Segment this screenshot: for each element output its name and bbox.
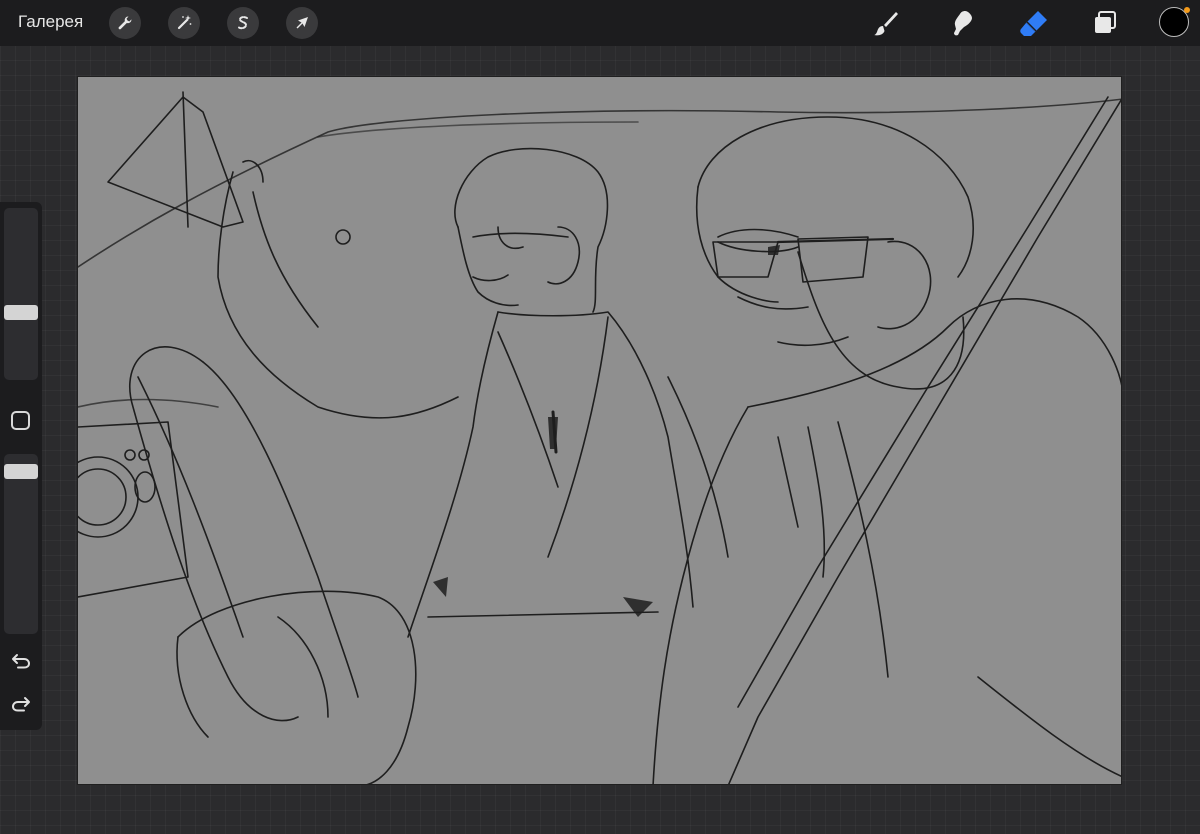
undo-button[interactable] [9, 649, 33, 673]
modify-square-icon[interactable] [11, 411, 30, 430]
actions-button[interactable] [109, 7, 141, 39]
smudge-tool-button[interactable] [944, 6, 978, 40]
drawing-canvas[interactable] [77, 76, 1122, 785]
selection-button[interactable] [227, 7, 259, 39]
layers-icon [1095, 11, 1116, 33]
adjustments-button[interactable] [168, 7, 200, 39]
top-toolbar: Галерея [0, 0, 1200, 46]
transform-button[interactable] [286, 7, 318, 39]
arrow-cursor-icon [296, 17, 308, 29]
sketch-artwork [78, 91, 1121, 784]
eraser-icon [1020, 11, 1047, 36]
redo-button[interactable] [9, 692, 33, 716]
brush-tool-button[interactable] [869, 6, 903, 40]
opacity-slider[interactable] [4, 454, 38, 634]
brush-icon [874, 12, 898, 36]
brush-size-thumb[interactable] [4, 305, 38, 320]
magic-wand-icon [177, 15, 192, 30]
smudge-finger-icon [954, 11, 972, 36]
opacity-thumb[interactable] [4, 464, 38, 479]
color-indicator-dot [1184, 7, 1190, 13]
wrench-icon [118, 16, 132, 30]
layers-button[interactable] [1088, 6, 1122, 40]
redo-icon [11, 697, 30, 712]
brush-size-slider[interactable] [4, 208, 38, 380]
left-sidebar [0, 202, 42, 730]
selection-s-icon [238, 16, 248, 30]
gallery-button[interactable]: Галерея [18, 11, 83, 33]
undo-icon [12, 654, 31, 669]
eraser-tool-button[interactable] [1017, 6, 1051, 40]
